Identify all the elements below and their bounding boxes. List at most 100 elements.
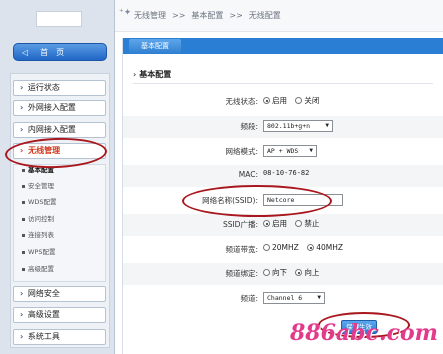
radio-40mhz[interactable]: 40MHZ: [307, 243, 343, 252]
radio-icon: [263, 220, 270, 227]
radio-label: 关闭: [304, 96, 320, 105]
field-label: SSID广播:: [222, 220, 258, 229]
breadcrumb-separator: >>: [229, 11, 243, 20]
field-label: 频段:: [240, 122, 258, 131]
nav-item-label: 网络安全: [27, 289, 60, 298]
field-label: 频道:: [240, 294, 258, 303]
nav-item-advanced[interactable]: › 高级设置: [13, 307, 106, 323]
radio-up[interactable]: 向上: [295, 268, 319, 277]
field-label: 网络模式:: [225, 147, 258, 156]
row-channel: 频道: Channel 6 ▼: [123, 288, 443, 310]
radio-disable[interactable]: 禁止: [295, 219, 319, 228]
chevron-right-icon: ›: [20, 310, 24, 319]
bullet-icon: [22, 233, 25, 237]
section-title-text: 基本配置: [139, 70, 172, 79]
breadcrumb-separator: >>: [172, 11, 186, 20]
bandwidth-radios: 20MHZ 40MHZ: [263, 243, 349, 252]
radio-enable[interactable]: 启用: [263, 96, 287, 105]
home-label: 首 页: [40, 47, 65, 57]
breadcrumb-item: 无线配置: [248, 11, 281, 20]
sidebar: ◁ 首 页 › 运行状态 › 外网接入配置 › 内网接入配置 › 无线管理 基本…: [0, 0, 115, 354]
home-button[interactable]: ◁ 首 页: [13, 43, 107, 61]
watermark: 886abc.com: [290, 320, 438, 346]
chevron-right-icon: ›: [20, 289, 24, 298]
row-ssid-broadcast: SSID广播: 启用 禁止: [123, 214, 443, 236]
radio-icon: [263, 97, 270, 104]
row-channel-bind: 频道绑定: 向下 向上: [123, 263, 443, 285]
subnav-label: 访问控制: [28, 215, 54, 223]
radio-enable[interactable]: 启用: [263, 219, 287, 228]
bullet-icon: [22, 217, 25, 221]
channel-select[interactable]: Channel 6 ▼: [263, 292, 325, 304]
field-label: 网络名称(SSID):: [202, 196, 258, 205]
caret-down-icon: ▼: [309, 147, 313, 154]
nav-item-label: 运行状态: [27, 83, 60, 92]
subnav-item-security[interactable]: 安全管理: [22, 181, 54, 192]
network-mode-wrap: AP + WDS ▼: [263, 145, 317, 157]
radio-down[interactable]: 向下: [263, 268, 287, 277]
breadcrumb-item: 基本配置: [191, 11, 224, 20]
channel-bind-radios: 向下 向上: [263, 267, 325, 278]
breadcrumb-item: 无线管理: [134, 11, 166, 20]
band-select[interactable]: 802.11b+g+n ▼: [263, 120, 333, 132]
nav-item-wireless[interactable]: › 无线管理: [13, 143, 106, 159]
subnav-label: WPS配置: [28, 248, 56, 256]
bullet-icon: [22, 184, 25, 188]
caret-down-icon: ▼: [325, 122, 329, 129]
radio-disable[interactable]: 关闭: [295, 96, 319, 105]
row-bandwidth: 频道带宽: 20MHZ 40MHZ: [123, 239, 443, 261]
subnav-label: 连接列表: [28, 231, 54, 239]
subnav-item-wps[interactable]: WPS配置: [22, 247, 55, 258]
row-network-mode: 网络模式: AP + WDS ▼: [123, 141, 443, 163]
network-mode-select[interactable]: AP + WDS ▼: [263, 145, 317, 157]
radio-label: 禁止: [304, 219, 320, 228]
caret-right-icon: ›: [133, 70, 137, 79]
row-mac: MAC: 08-10-76-82: [123, 165, 443, 187]
radio-icon: [307, 244, 315, 251]
tab-basic-config[interactable]: 基本配置: [129, 39, 181, 54]
ssid-wrap: Netcore: [263, 194, 343, 206]
bullet-icon: [22, 267, 25, 271]
nav-item-security[interactable]: › 网络安全: [13, 286, 106, 302]
chevron-right-icon: ›: [20, 125, 24, 134]
nav-item-label: 外网接入配置: [27, 103, 76, 112]
radio-icon: [263, 244, 270, 251]
subnav-item-clients[interactable]: 连接列表: [22, 230, 54, 241]
radio-icon: [295, 269, 303, 276]
row-ssid: 网络名称(SSID): Netcore: [123, 190, 443, 212]
radio-20mhz[interactable]: 20MHZ: [263, 243, 299, 252]
field-label: 无线状态:: [225, 97, 258, 106]
radio-label: 向下: [272, 268, 287, 277]
nav-item-status[interactable]: › 运行状态: [13, 80, 106, 96]
field-label: MAC:: [238, 170, 258, 179]
subnav-item-basic[interactable]: 基本配置: [22, 165, 54, 176]
nav-item-label: 内网接入配置: [27, 125, 76, 134]
subnav-item-advanced[interactable]: 高级配置: [22, 264, 54, 275]
row-band: 频段: 802.11b+g+n ▼: [123, 116, 443, 138]
radio-icon: [295, 220, 303, 227]
nav-item-label: 系统工具: [27, 332, 60, 341]
tab-strip: 基本配置: [123, 38, 443, 54]
subnav-item-access[interactable]: 访问控制: [22, 214, 54, 225]
sparkle-icon: ⁺✦: [119, 8, 132, 18]
divider: [133, 83, 433, 84]
ssid-broadcast-radios: 启用 禁止: [263, 218, 325, 229]
breadcrumb: 无线管理 >> 基本配置 >> 无线配置: [134, 10, 281, 21]
subnav-item-wds[interactable]: WDS配置: [22, 197, 57, 208]
chevron-right-icon: ›: [20, 332, 24, 341]
chevron-right-icon: ›: [20, 146, 24, 155]
arrow-left-icon: ◁: [22, 47, 29, 57]
breadcrumb-bar: ⁺✦ 无线管理 >> 基本配置 >> 无线配置: [115, 0, 443, 32]
nav-item-lan[interactable]: › 内网接入配置: [13, 122, 106, 138]
nav-item-tools[interactable]: › 系统工具: [13, 329, 106, 345]
nav-item-wan[interactable]: › 外网接入配置: [13, 100, 106, 116]
main-panel: 基本配置 › 基本配置 无线状态: 启用 关闭 频段: 802.11b+g+n ▼ …: [122, 38, 443, 354]
wireless-status-radios: 启用 关闭: [263, 95, 325, 106]
ssid-input[interactable]: Netcore: [263, 194, 343, 206]
select-value: AP + WDS: [267, 147, 299, 155]
row-wireless-status: 无线状态: 启用 关闭: [123, 91, 443, 113]
radio-icon: [295, 97, 303, 104]
chevron-right-icon: ›: [20, 83, 24, 92]
caret-down-icon: ▼: [317, 294, 321, 301]
logo: [36, 11, 82, 27]
